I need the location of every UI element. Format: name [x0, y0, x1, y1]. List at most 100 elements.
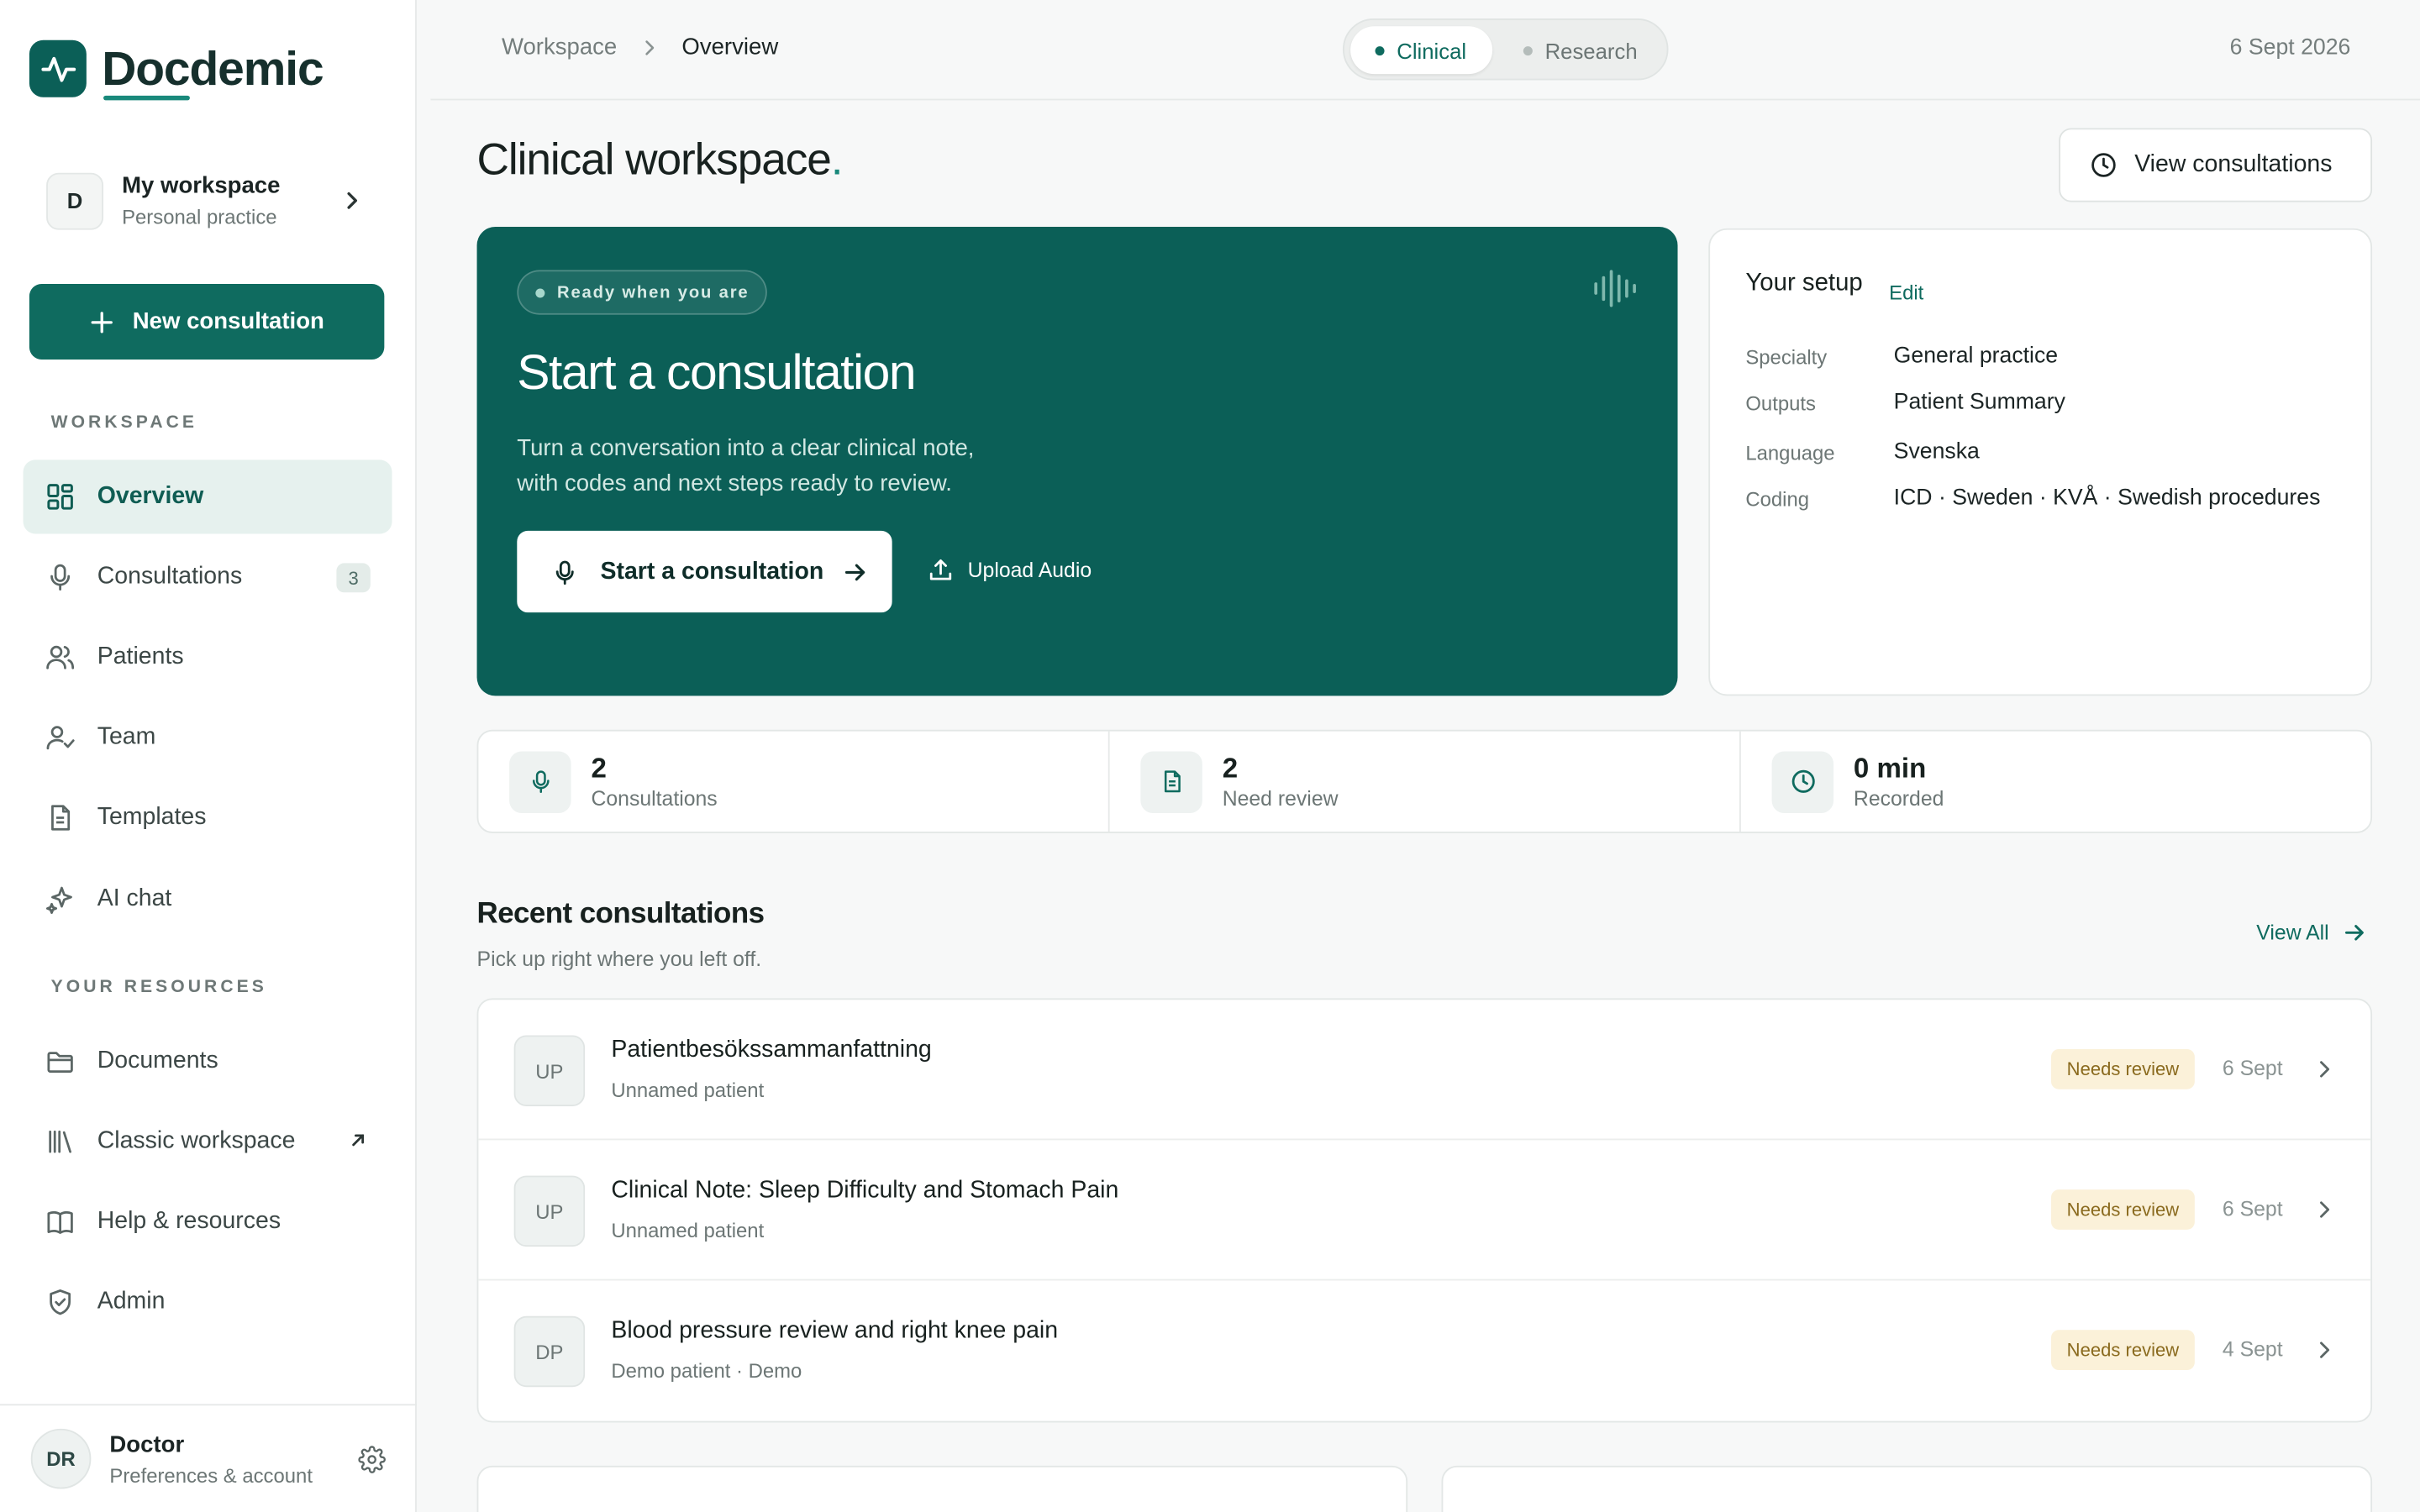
- users-icon: [46, 645, 75, 669]
- recent-title: Recent consultations: [476, 897, 765, 931]
- sidebar-item-label: Classic workspace: [97, 1127, 296, 1154]
- setup-row-specialty: Specialty General practice: [1745, 344, 2059, 369]
- app-root: Docdemic D My workspace Personal practic…: [0, 0, 2420, 1512]
- setup-title: Your setup: [1745, 270, 1863, 297]
- stat-need-review: 2 Need review: [1110, 731, 1741, 832]
- sparkles-icon: [46, 886, 72, 914]
- row-date: 6 Sept: [2222, 1057, 2283, 1080]
- current-date: 6 Sept 2026: [2229, 35, 2351, 60]
- stat-consultations: 2 Consultations: [478, 731, 1110, 832]
- row-title: Blood pressure review and right knee pai…: [611, 1317, 1059, 1344]
- document-icon: [1140, 750, 1202, 813]
- breadcrumb-workspace[interactable]: Workspace: [502, 34, 617, 60]
- table-row[interactable]: UP Patientbesökssammanfattning Unnamed p…: [478, 1000, 2371, 1141]
- arrow-right-icon: [2345, 925, 2364, 941]
- upload-audio-label: Upload Audio: [967, 558, 1092, 582]
- external-link-icon: [352, 1134, 365, 1147]
- sidebar-item-label: Overview: [97, 482, 204, 510]
- breadcrumb: Workspace Overview: [502, 34, 778, 60]
- setup-row-language: Language Svenska: [1745, 439, 1980, 465]
- user-name: Doctor: [109, 1431, 185, 1458]
- upload-audio-button[interactable]: Upload Audio: [928, 557, 1092, 583]
- setup-card: Your setup Edit Specialty General practic…: [1708, 228, 2373, 696]
- avatar: DR: [30, 1428, 92, 1489]
- plus-icon: [91, 311, 113, 333]
- sidebar-item-team[interactable]: Team: [24, 701, 392, 774]
- setup-row-outputs: Outputs Patient Summary: [1745, 390, 2065, 416]
- mode-option-clinical[interactable]: Clinical: [1350, 26, 1493, 75]
- avatar: DP: [513, 1315, 586, 1388]
- workspace-subtitle: Personal practice: [122, 205, 277, 228]
- chevron-right-icon: [347, 192, 358, 209]
- stat-recorded: 0 min Recorded: [1741, 732, 2370, 832]
- workspace-title: My workspace: [122, 172, 281, 199]
- workspace-avatar: D: [46, 171, 104, 229]
- sidebar-item-label: AI chat: [97, 885, 172, 912]
- row-subtitle: Demo patient · Demo: [611, 1359, 802, 1383]
- view-consultations-button[interactable]: View consultations: [2059, 128, 2373, 202]
- recent-consultations-list: UP Patientbesökssammanfattning Unnamed p…: [476, 998, 2373, 1423]
- new-consultation-button[interactable]: New consultation: [29, 283, 385, 360]
- new-consultation-label: New consultation: [132, 308, 324, 335]
- workspace-switcher[interactable]: D My workspace Personal practice: [46, 170, 386, 231]
- section-label-resources: YOUR RESOURCES: [50, 978, 267, 997]
- sidebar-item-help[interactable]: Help & resources: [24, 1185, 392, 1259]
- sidebar-item-label: Patients: [97, 643, 184, 670]
- mic-icon: [50, 564, 71, 591]
- mode-toggle: Clinical Research: [1342, 18, 1669, 81]
- status-badge: Needs review: [2051, 1189, 2195, 1230]
- gear-icon[interactable]: [358, 1445, 386, 1473]
- view-consultations-label: View consultations: [2134, 151, 2333, 178]
- row-date: 6 Sept: [2222, 1197, 2283, 1221]
- status-dot-icon: [1523, 45, 1533, 55]
- recent-subtitle: Pick up right where you left off.: [476, 947, 762, 971]
- brand[interactable]: Docdemic: [29, 39, 324, 100]
- arrow-right-icon: [844, 563, 865, 580]
- library-icon: [49, 1130, 71, 1153]
- table-row[interactable]: UP Clinical Note: Sleep Difficulty and S…: [478, 1140, 2371, 1281]
- consultations-count-badge: 3: [336, 563, 371, 593]
- folder-icon: [47, 1052, 73, 1073]
- breadcrumb-overview: Overview: [681, 34, 779, 60]
- chevron-right-icon: [2320, 1201, 2330, 1218]
- stats-bar: 2 Consultations 2 Need review 0 min Recorde…: [476, 729, 2373, 833]
- mic-icon: [555, 559, 574, 585]
- sidebar-item-classic-workspace[interactable]: Classic workspace: [24, 1105, 392, 1179]
- upload-icon: [929, 559, 952, 580]
- status-dot-icon: [1375, 45, 1385, 55]
- sidebar-item-ai-chat[interactable]: AI chat: [24, 863, 392, 937]
- setup-edit-link[interactable]: Edit: [1889, 281, 1923, 304]
- status-badge: Needs review: [2051, 1330, 2195, 1371]
- clock-icon: [1771, 750, 1834, 813]
- sidebar-item-overview[interactable]: Overview: [23, 459, 392, 534]
- sidebar-item-label: Consultations: [97, 563, 243, 590]
- top-bar: Workspace Overview Clinical Research 6 S…: [430, 0, 2420, 101]
- avatar: UP: [513, 1035, 586, 1106]
- sidebar-item-label: Team: [97, 723, 156, 750]
- table-row[interactable]: DP Blood pressure review and right knee …: [478, 1280, 2370, 1420]
- sidebar: Docdemic D My workspace Personal practic…: [0, 0, 417, 1512]
- sidebar-item-consultations[interactable]: Consultations 3: [24, 540, 392, 614]
- view-all-link[interactable]: View All: [2256, 921, 2365, 944]
- mic-icon: [509, 750, 571, 813]
- mode-option-research[interactable]: Research: [1505, 26, 1660, 74]
- grid-icon: [47, 484, 73, 510]
- avatar: UP: [513, 1175, 586, 1247]
- sidebar-item-patients[interactable]: Patients: [24, 620, 392, 694]
- sidebar-item-documents[interactable]: Documents: [24, 1025, 392, 1099]
- bottom-card-left: [476, 1465, 1408, 1512]
- start-consultation-button[interactable]: Start a consultation: [517, 530, 892, 613]
- chevron-right-icon: [644, 39, 654, 55]
- user-account[interactable]: DR Doctor Preferences & account: [0, 1404, 417, 1512]
- status-badge: Ready when you are: [517, 270, 768, 315]
- user-check-icon: [46, 726, 75, 750]
- chevron-right-icon: [2320, 1341, 2330, 1358]
- sidebar-item-admin[interactable]: Admin: [24, 1265, 392, 1339]
- row-date: 4 Sept: [2222, 1337, 2283, 1362]
- start-consultation-label: Start a consultation: [600, 557, 824, 585]
- sidebar-item-label: Templates: [97, 803, 207, 831]
- audio-wave-icon: [1594, 270, 1636, 307]
- sidebar-item-label: Documents: [97, 1047, 218, 1074]
- sidebar-item-label: Admin: [97, 1288, 166, 1315]
- sidebar-item-templates[interactable]: Templates: [24, 780, 392, 854]
